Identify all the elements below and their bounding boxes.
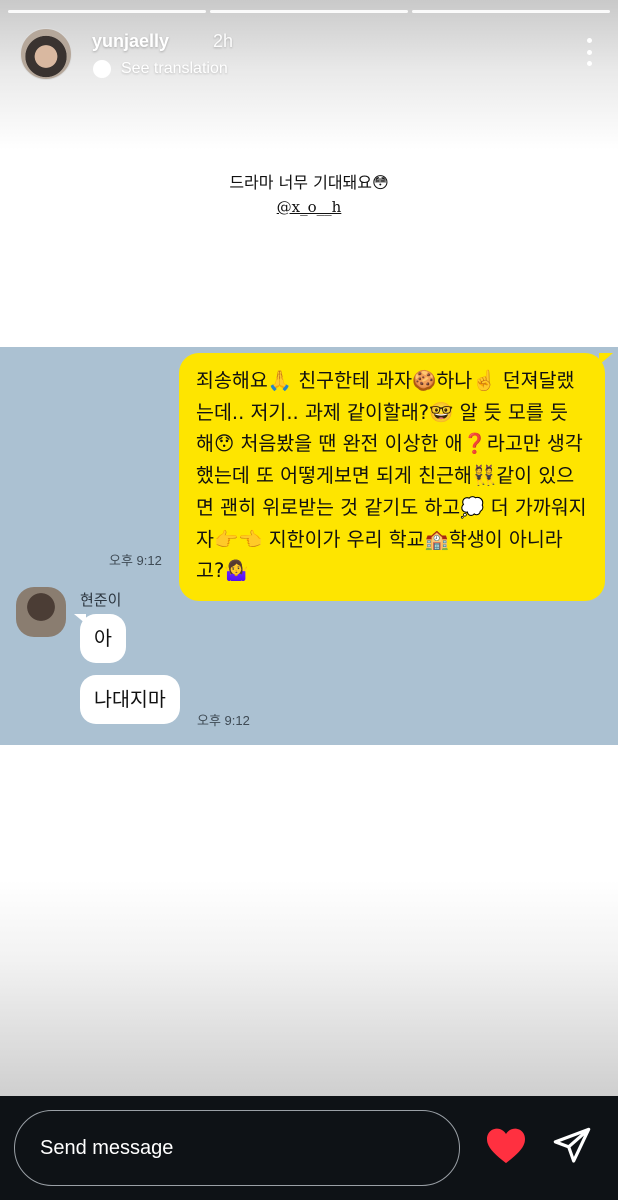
- post-time: 2h: [213, 31, 234, 51]
- my-message-time: 오후 9:12: [109, 553, 162, 568]
- friend-avatar: [16, 587, 66, 637]
- story-header: yunjaelly 2h See translation: [20, 28, 598, 80]
- see-translation-button[interactable]: See translation: [93, 60, 228, 78]
- translate-icon: [93, 60, 111, 78]
- more-options-icon[interactable]: [586, 38, 592, 66]
- profile-avatar[interactable]: [20, 28, 72, 80]
- progress-segment: [8, 10, 206, 13]
- friend-name: 현준이: [80, 591, 122, 609]
- progress-segment: [210, 10, 408, 13]
- like-heart-icon[interactable]: [485, 1126, 527, 1164]
- mention-link[interactable]: @x_o__h: [277, 196, 342, 218]
- see-translation-label: See translation: [121, 60, 228, 77]
- send-message-placeholder: Send message: [40, 1136, 174, 1159]
- friend-message-time: 오후 9:12: [197, 713, 250, 728]
- progress-segment: [412, 10, 610, 13]
- send-message-input[interactable]: Send message: [14, 1110, 460, 1186]
- chat-screenshot: 죄송해요🙏 친구한테 과자🍪하나☝️ 던져달랬는데.. 저기.. 과제 같이할래…: [0, 347, 618, 745]
- my-message-bubble: 죄송해요🙏 친구한테 과자🍪하나☝️ 던져달랬는데.. 저기.. 과제 같이할래…: [179, 353, 613, 601]
- story-viewer[interactable]: yunjaelly 2h See translation 드라마 너무 기대돼요…: [0, 0, 618, 1096]
- story-progress-bar: [8, 10, 610, 13]
- friend-message-bubble: 아: [74, 614, 126, 663]
- story-caption: 드라마 너무 기대돼요😳 @x_o__h: [0, 172, 618, 218]
- story-footer: Send message: [0, 1096, 618, 1200]
- send-direct-icon[interactable]: [552, 1126, 592, 1166]
- caption-text: 드라마 너무 기대돼요😳: [229, 173, 389, 192]
- friend-message-bubble: 나대지마: [80, 675, 180, 724]
- username[interactable]: yunjaelly: [92, 31, 169, 52]
